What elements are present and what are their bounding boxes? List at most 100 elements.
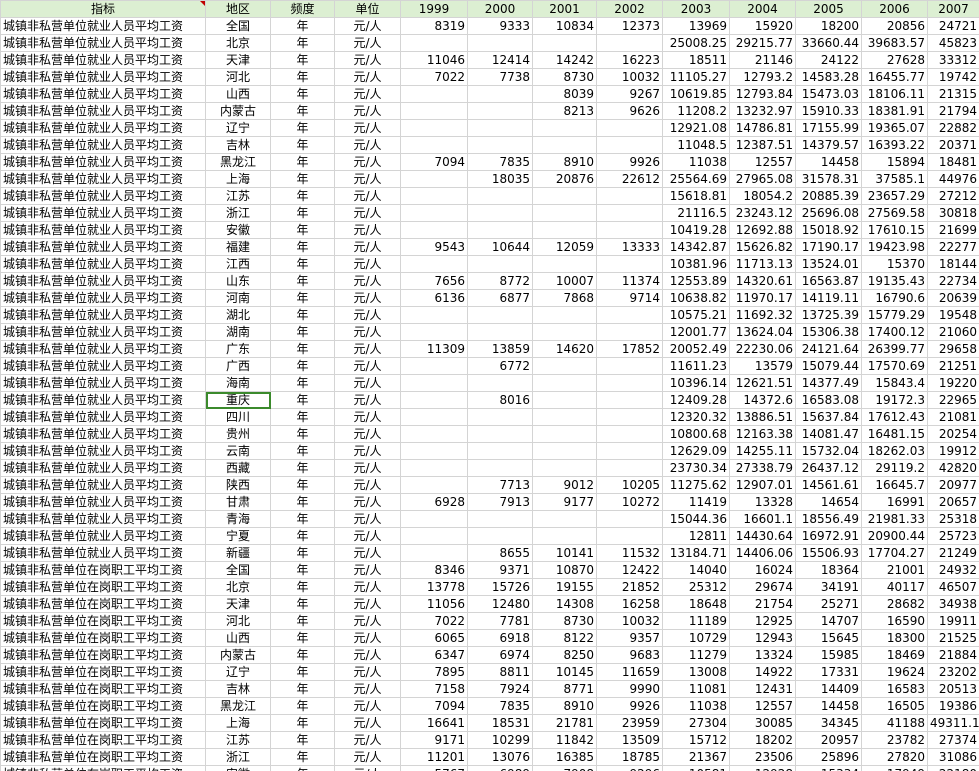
table-cell[interactable]: 10396.14 [662,374,730,392]
table-cell[interactable]: 8655 [467,544,533,562]
table-cell[interactable]: 10145 [532,663,597,681]
table-cell[interactable]: 26437.12 [795,459,862,477]
table-cell[interactable]: 年 [270,544,335,562]
table-cell[interactable]: 11713.13 [729,255,796,273]
table-cell[interactable]: 12928 [729,765,796,771]
table-cell[interactable] [596,136,663,154]
table-cell[interactable]: 17610.15 [861,221,928,239]
table-cell[interactable]: 城镇非私营单位就业人员平均工资 [0,391,206,409]
column-header-cell[interactable]: 2001 [532,0,597,18]
table-cell[interactable]: 12320.32 [662,408,730,426]
table-cell[interactable]: 16455.77 [861,68,928,86]
table-cell[interactable]: 22230.06 [729,340,796,358]
table-cell[interactable]: 14377.49 [795,374,862,392]
table-cell[interactable]: 15910.33 [795,102,862,120]
table-cell[interactable]: 12163.38 [729,425,796,443]
table-cell[interactable]: 21081 [927,408,979,426]
table-cell[interactable]: 年 [270,697,335,715]
table-cell[interactable]: 城镇非私营单位在岗职工平均工资 [0,561,206,579]
table-cell[interactable]: 21315 [927,85,979,103]
table-cell[interactable]: 19548 [927,306,979,324]
table-cell[interactable]: 全国 [205,17,271,35]
table-cell[interactable]: 10141 [532,544,597,562]
table-cell[interactable]: 年 [270,442,335,460]
table-cell[interactable] [400,374,468,392]
table-cell[interactable]: 年 [270,459,335,477]
table-cell[interactable]: 29215.77 [729,34,796,52]
column-header-cell[interactable]: 2006 [861,0,928,18]
table-cell[interactable]: 33312 [927,51,979,69]
table-cell[interactable]: 19911 [927,612,979,630]
table-cell[interactable]: 14372.6 [729,391,796,409]
table-cell[interactable]: 内蒙古 [205,102,271,120]
table-cell[interactable]: 46507 [927,578,979,596]
table-cell[interactable]: 20513 [927,680,979,698]
table-cell[interactable]: 13859 [467,340,533,358]
table-cell[interactable]: 17704.27 [861,544,928,562]
table-cell[interactable]: 27212 [927,187,979,205]
table-cell[interactable]: 15079.44 [795,357,862,375]
table-cell[interactable] [596,527,663,545]
table-cell[interactable]: 11419 [662,493,730,511]
table-cell[interactable]: 17400.12 [861,323,928,341]
table-cell[interactable] [532,255,597,273]
table-cell[interactable]: 21116.5 [662,204,730,222]
table-cell[interactable]: 7713 [467,476,533,494]
table-cell[interactable]: 11532 [596,544,663,562]
table-cell[interactable]: 25696.08 [795,204,862,222]
table-cell[interactable] [467,459,533,477]
table-cell[interactable]: 城镇非私营单位在岗职工平均工资 [0,612,206,630]
table-cell[interactable]: 云南 [205,442,271,460]
table-cell[interactable] [532,204,597,222]
table-cell[interactable]: 西藏 [205,459,271,477]
table-cell[interactable]: 城镇非私营单位就业人员平均工资 [0,51,206,69]
table-cell[interactable]: 13328 [729,493,796,511]
table-cell[interactable] [532,374,597,392]
table-cell[interactable]: 元/人 [334,476,401,494]
table-cell[interactable]: 年 [270,578,335,596]
table-cell[interactable]: 8771 [532,680,597,698]
table-cell[interactable]: 15506.93 [795,544,862,562]
table-cell[interactable]: 39683.57 [861,34,928,52]
table-cell[interactable]: 元/人 [334,663,401,681]
table-cell[interactable]: 年 [270,221,335,239]
table-cell[interactable]: 元/人 [334,510,401,528]
table-cell[interactable]: 城镇非私营单位就业人员平均工资 [0,153,206,171]
table-cell[interactable]: 15726 [467,578,533,596]
table-cell[interactable]: 元/人 [334,272,401,290]
table-cell[interactable]: 湖北 [205,306,271,324]
table-cell[interactable]: 44976 [927,170,979,188]
table-cell[interactable]: 40117 [861,578,928,596]
table-cell[interactable]: 11105.27 [662,68,730,86]
table-cell[interactable]: 8910 [532,153,597,171]
table-cell[interactable]: 江苏 [205,731,271,749]
table-cell[interactable]: 8811 [467,663,533,681]
table-cell[interactable]: 11208.2 [662,102,730,120]
table-cell[interactable]: 21794 [927,102,979,120]
table-cell[interactable]: 11970.17 [729,289,796,307]
table-cell[interactable]: 22965 [927,391,979,409]
table-cell[interactable]: 12925 [729,612,796,630]
table-cell[interactable]: 城镇非私营单位就业人员平均工资 [0,204,206,222]
table-cell[interactable]: 福建 [205,238,271,256]
table-cell[interactable]: 元/人 [334,187,401,205]
table-cell[interactable]: 元/人 [334,612,401,630]
table-cell[interactable]: 20957 [795,731,862,749]
table-cell[interactable]: 年 [270,510,335,528]
table-cell[interactable]: 18106.11 [861,85,928,103]
table-cell[interactable]: 元/人 [334,289,401,307]
table-cell[interactable] [596,408,663,426]
table-cell[interactable]: 14308 [532,595,597,613]
table-cell[interactable]: 元/人 [334,374,401,392]
table-cell[interactable]: 城镇非私营单位就业人员平均工资 [0,459,206,477]
table-cell[interactable]: 10581 [662,765,730,771]
table-cell[interactable] [596,255,663,273]
table-cell[interactable]: 25318 [927,510,979,528]
table-cell[interactable]: 青海 [205,510,271,528]
table-cell[interactable]: 49311.11 [927,714,979,732]
table-cell[interactable]: 上海 [205,170,271,188]
table-cell[interactable]: 14707 [795,612,862,630]
table-cell[interactable]: 元/人 [334,85,401,103]
table-cell[interactable]: 年 [270,527,335,545]
table-cell[interactable]: 元/人 [334,731,401,749]
